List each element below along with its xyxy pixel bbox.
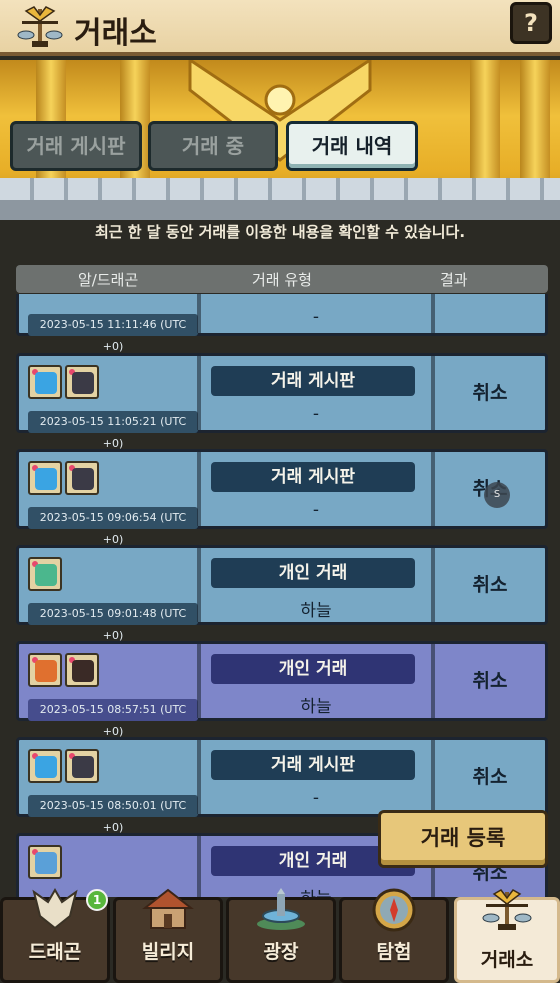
nav-label: 빌리지 (141, 941, 195, 963)
tab-trade-board[interactable]: 거래 게시판 (10, 121, 142, 171)
item-slots: 2023-05-15 09:01:48 (UTC +0) (23, 552, 201, 642)
history-list[interactable]: 2023-05-15 11:11:46 (UTC +0) - 취소 2023-0… (0, 294, 560, 897)
trade-result: 취소 (472, 574, 508, 596)
item-slot (65, 653, 99, 687)
trade-detail: - (312, 404, 320, 424)
help-button[interactable]: ? (510, 2, 552, 44)
history-row[interactable]: 2023-05-15 11:11:46 (UTC +0) - 취소 (16, 294, 548, 353)
bottom-nav: 드래곤 빌리지 광장 탐험 거래소 (0, 888, 560, 983)
nav-explore[interactable]: 탐험 (339, 888, 449, 983)
notification-badge: 1 (86, 889, 108, 911)
scroll-indicator[interactable]: S (484, 482, 510, 508)
dragon-icon (32, 888, 78, 930)
fire-dragon-icon (35, 660, 57, 682)
trade-type-cell: 개인 거래 하늘 (201, 548, 431, 622)
trade-detail: 하늘 (300, 697, 332, 717)
dark-dragon-icon (72, 756, 94, 778)
ice-egg-icon (35, 372, 57, 394)
fountain-icon (257, 888, 305, 930)
item-slot (28, 557, 62, 591)
nav-exchange[interactable]: 거래소 (454, 889, 560, 983)
tab-trading[interactable]: 거래 중 (148, 121, 278, 171)
dark-dragon-icon (72, 468, 94, 490)
nav-label: 드래곤 (28, 941, 82, 963)
scales-icon (482, 889, 532, 930)
trade-type: 개인 거래 (211, 654, 415, 684)
item-slot (28, 749, 62, 783)
trade-detail: - (312, 500, 320, 520)
item-slots: 2023-05-15 09:06:54 (UTC +0) (23, 456, 201, 546)
trade-type-cell: 거래 게시판 - (201, 356, 431, 430)
header-bar: 거래소 ? (0, 0, 560, 56)
timestamp: 2023-05-15 08:50:01 (UTC +0) (28, 795, 198, 834)
item-slot (65, 749, 99, 783)
green-dragon-icon (35, 564, 57, 586)
compass-icon (372, 888, 416, 932)
tab-trade-history[interactable]: 거래 내역 (286, 121, 418, 171)
item-slot (28, 365, 62, 399)
gold-pillar (470, 60, 500, 178)
trade-type-cell: 거래 게시판 - (201, 452, 431, 526)
trade-result: 취소 (435, 294, 545, 333)
history-row[interactable]: 2023-05-15 08:57:51 (UTC +0) 개인 거래 하늘 취소 (16, 641, 548, 738)
column-result: 결과 (440, 271, 468, 289)
item-slot (65, 461, 99, 495)
item-slots: 2023-05-15 11:05:21 (UTC +0) (23, 360, 201, 450)
sky-dragon-icon (35, 852, 57, 874)
page-title: 거래소 (74, 16, 157, 51)
scales-icon (17, 6, 63, 47)
nav-label: 탐험 (376, 941, 412, 963)
history-row[interactable]: 2023-05-15 11:05:21 (UTC +0) 거래 게시판 - 취소 (16, 353, 548, 450)
trade-detail: 하늘 (300, 601, 332, 621)
stone-floor (0, 200, 560, 220)
column-item: 알/드래곤 (78, 271, 139, 289)
trade-result: 취소 (472, 382, 508, 404)
history-row[interactable]: 2023-05-15 09:06:54 (UTC +0) 거래 게시판 - 취소 (16, 449, 548, 546)
history-row[interactable]: 2023-05-15 08:50:01 (UTC +0) 거래 게시판 - 취소 (16, 737, 548, 834)
history-notice: 최근 한 달 동안 거래를 이용한 내용을 확인할 수 있습니다. (94, 223, 466, 241)
trade-result: 취소 (472, 670, 508, 692)
trade-type: 거래 게시판 (211, 462, 415, 492)
trade-detail: - (312, 307, 320, 327)
item-slot (28, 653, 62, 687)
dark-dragon-icon (72, 372, 94, 394)
timestamp: 2023-05-15 11:11:46 (UTC +0) (28, 314, 198, 353)
item-slots: 2023-05-15 11:11:46 (UTC +0) (23, 294, 201, 353)
timestamp: 2023-05-15 11:05:21 (UTC +0) (28, 411, 198, 450)
stone-ledge (0, 178, 560, 200)
trade-type: 거래 게시판 (211, 366, 415, 396)
trade-result: 취소 (472, 766, 508, 788)
trade-type-cell: 거래 게시판 - (201, 740, 431, 814)
item-slots: 2023-05-15 08:50:01 (UTC +0) (23, 744, 201, 834)
item-slot (65, 365, 99, 399)
trade-type-cell: 개인 거래 하늘 (201, 644, 431, 718)
history-row[interactable]: 2023-05-15 09:01:48 (UTC +0) 개인 거래 하늘 취소 (16, 545, 548, 642)
timestamp: 2023-05-15 09:01:48 (UTC +0) (28, 603, 198, 642)
ice-egg-icon (35, 468, 57, 490)
item-slot (28, 461, 62, 495)
nav-label: 거래소 (480, 949, 534, 971)
nav-label: 광장 (263, 941, 299, 963)
trade-type-cell: - (201, 294, 431, 333)
trade-detail: - (312, 788, 320, 808)
gold-pillar (520, 60, 550, 178)
item-slot (28, 845, 62, 879)
house-icon (142, 888, 194, 929)
nav-plaza[interactable]: 광장 (226, 888, 336, 983)
column-type: 거래 유형 (252, 271, 312, 289)
dark-dragon-icon (72, 660, 94, 682)
timestamp: 2023-05-15 09:06:54 (UTC +0) (28, 507, 198, 546)
ice-egg-icon (35, 756, 57, 778)
trade-type: 거래 게시판 (211, 750, 415, 780)
nav-village[interactable]: 빌리지 (113, 888, 223, 983)
history-column-header: 알/드래곤 거래 유형 결과 (16, 265, 548, 293)
timestamp: 2023-05-15 08:57:51 (UTC +0) (28, 699, 198, 738)
item-slots: 2023-05-15 08:57:51 (UTC +0) (23, 648, 201, 738)
register-trade-button[interactable]: 거래 등록 (378, 810, 548, 868)
trade-type: 개인 거래 (211, 558, 415, 588)
